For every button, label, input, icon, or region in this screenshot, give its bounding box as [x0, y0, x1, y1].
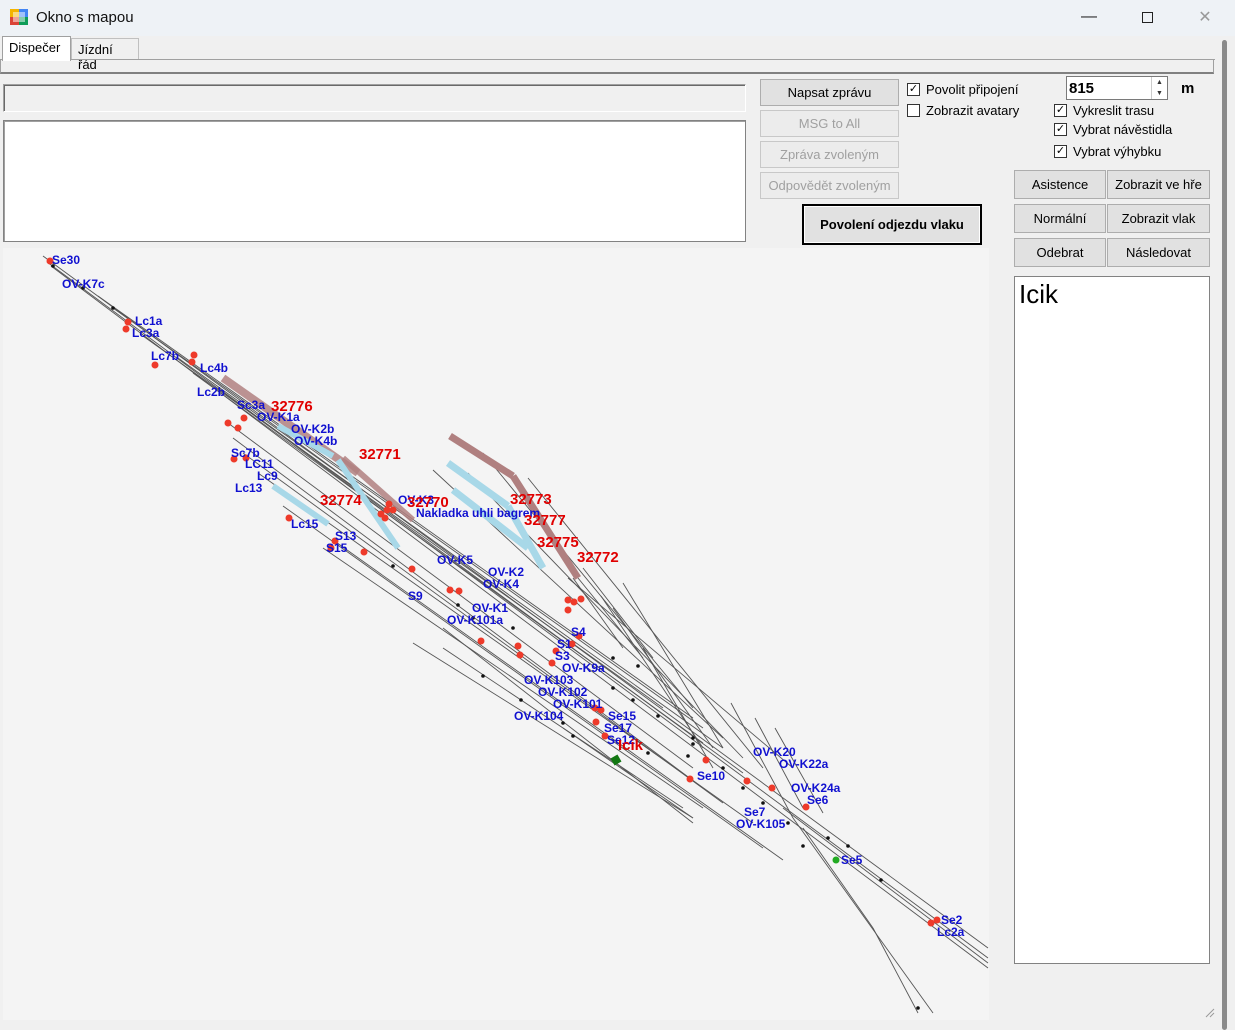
- map-label: OV-K5: [437, 553, 473, 567]
- minimize-button[interactable]: —: [1060, 0, 1118, 34]
- map-label: OV-K4: [483, 577, 519, 591]
- vybrat-navestidla-checkbox[interactable]: ✓ Vybrat návěstidla: [1054, 122, 1172, 137]
- maximize-icon: [1141, 11, 1153, 23]
- train-number: 32777: [524, 512, 566, 529]
- map-label: OV-K4b: [294, 434, 337, 448]
- message-textarea[interactable]: [3, 120, 746, 242]
- nasledovat-button[interactable]: Následovat: [1107, 238, 1210, 267]
- map-label: Se6: [807, 793, 829, 807]
- zobrazit-avatary-checkbox[interactable]: Zobrazit avatary: [907, 103, 1019, 118]
- map-label: Lc15: [291, 517, 319, 531]
- map-label: S9: [408, 589, 423, 603]
- signal-labels: Se30 OV-K7c Lc1a Lc3a Lc7b Lc4b Lc2b Sc3…: [52, 253, 965, 939]
- spin-up-icon[interactable]: ▲: [1152, 77, 1167, 88]
- resize-grip-icon[interactable]: [1203, 1006, 1215, 1018]
- spin-down-icon[interactable]: ▼: [1152, 88, 1167, 99]
- distance-unit: m: [1181, 80, 1195, 97]
- distance-value: 815: [1069, 80, 1095, 97]
- odpovedet-zvolenym-button[interactable]: Odpovědět zvoleným: [760, 172, 899, 199]
- asistence-button[interactable]: Asistence: [1014, 170, 1106, 199]
- player-name-label: Icik: [618, 737, 644, 754]
- track-lines: [42, 255, 989, 1014]
- map-label: Se10: [697, 769, 725, 783]
- zobrazit-avatary-label: Zobrazit avatary: [926, 103, 1020, 118]
- signal-green: [832, 856, 840, 864]
- player-marker-icon[interactable]: [610, 754, 622, 766]
- vykreslit-trasu-label: Vykreslit trasu: [1073, 103, 1155, 118]
- povolit-pripojeni-checkbox[interactable]: ✓ Povolit připojení: [907, 82, 1019, 97]
- checkbox-check-icon: ✓: [1054, 123, 1067, 136]
- window-title: Okno s mapou: [36, 9, 134, 26]
- normalni-button[interactable]: Normální: [1014, 204, 1106, 233]
- povolit-pripojeni-label: Povolit připojení: [926, 82, 1019, 97]
- train-number: 32775: [537, 534, 579, 551]
- app-icon: [10, 9, 28, 25]
- map-label: Lc13: [235, 481, 263, 495]
- train-number: 32774: [320, 492, 362, 509]
- title-bar: Okno s mapou — ✕: [0, 0, 1235, 36]
- train-number: 32773: [510, 491, 552, 508]
- train-number: 32770: [407, 494, 449, 511]
- vybrat-navestidla-label: Vybrat návěstidla: [1073, 122, 1173, 137]
- railway-map[interactable]: Se30 OV-K7c Lc1a Lc3a Lc7b Lc4b Lc2b Sc3…: [3, 248, 989, 1020]
- minimize-icon: —: [1081, 8, 1097, 25]
- map-label: S4: [571, 625, 586, 639]
- map-canvas[interactable]: Se30 OV-K7c Lc1a Lc3a Lc7b Lc4b Lc2b Sc3…: [3, 248, 989, 1020]
- close-icon: ✕: [1198, 9, 1212, 26]
- map-label: Lc3a: [132, 326, 160, 340]
- train-number: 32772: [577, 549, 619, 566]
- map-label: Se30: [52, 253, 80, 267]
- povoleni-odjezdu-button[interactable]: Povolení odjezdu vlaku: [802, 204, 982, 245]
- player-list[interactable]: Icik: [1014, 276, 1210, 964]
- map-label: OV-K7c: [62, 277, 105, 291]
- checkbox-check-icon: ✓: [1054, 104, 1067, 117]
- switch-dots: [51, 264, 920, 1010]
- close-button[interactable]: ✕: [1176, 0, 1234, 34]
- zprava-zvolenym-button[interactable]: Zpráva zvoleným: [760, 141, 899, 168]
- tab-panel-top: [0, 60, 1214, 74]
- vertical-scrollbar[interactable]: [1216, 36, 1235, 1030]
- msg-to-all-button[interactable]: MSG to All: [760, 110, 899, 137]
- status-box: [3, 84, 746, 112]
- map-label: OV-K22a: [779, 757, 829, 771]
- tab-dispecer[interactable]: Dispečer: [2, 36, 71, 61]
- checkbox-check-icon: ✓: [907, 83, 920, 96]
- napsat-zpravu-button[interactable]: Napsat zprávu: [760, 79, 899, 106]
- train-number: 32771: [359, 446, 401, 463]
- zobrazit-ve-hre-button[interactable]: Zobrazit ve hře: [1107, 170, 1210, 199]
- checkbox-check-icon: ✓: [1054, 145, 1067, 158]
- map-label: Lc2a: [937, 925, 965, 939]
- tab-jizdni-rad[interactable]: Jízdní řád: [71, 38, 139, 72]
- scrollbar-thumb[interactable]: [1222, 40, 1227, 1030]
- map-label: Lc7b: [151, 349, 179, 363]
- tab-strip: Dispečer Jízdní řád: [0, 36, 1235, 72]
- map-label: Lc2b: [197, 385, 225, 399]
- map-label: OV-K104: [514, 709, 564, 723]
- odebrat-button[interactable]: Odebrat: [1014, 238, 1106, 267]
- vykreslit-trasu-checkbox[interactable]: ✓ Vykreslit trasu: [1054, 103, 1154, 118]
- maximize-button[interactable]: [1118, 0, 1176, 34]
- vybrat-vyhybku-label: Vybrat výhybku: [1073, 144, 1162, 159]
- train-number: 32776: [271, 398, 313, 415]
- map-label: Se5: [841, 853, 863, 867]
- map-label: S15: [326, 541, 348, 555]
- map-label: OV-K105: [736, 817, 786, 831]
- vybrat-vyhybku-checkbox[interactable]: ✓ Vybrat výhybku: [1054, 144, 1161, 159]
- distance-spinner[interactable]: 815 ▲ ▼: [1066, 76, 1168, 100]
- map-label: Lc4b: [200, 361, 228, 375]
- map-label: OV-K101a: [447, 613, 503, 627]
- zobrazit-vlak-button[interactable]: Zobrazit vlak: [1107, 204, 1210, 233]
- player-list-item[interactable]: Icik: [1019, 279, 1058, 310]
